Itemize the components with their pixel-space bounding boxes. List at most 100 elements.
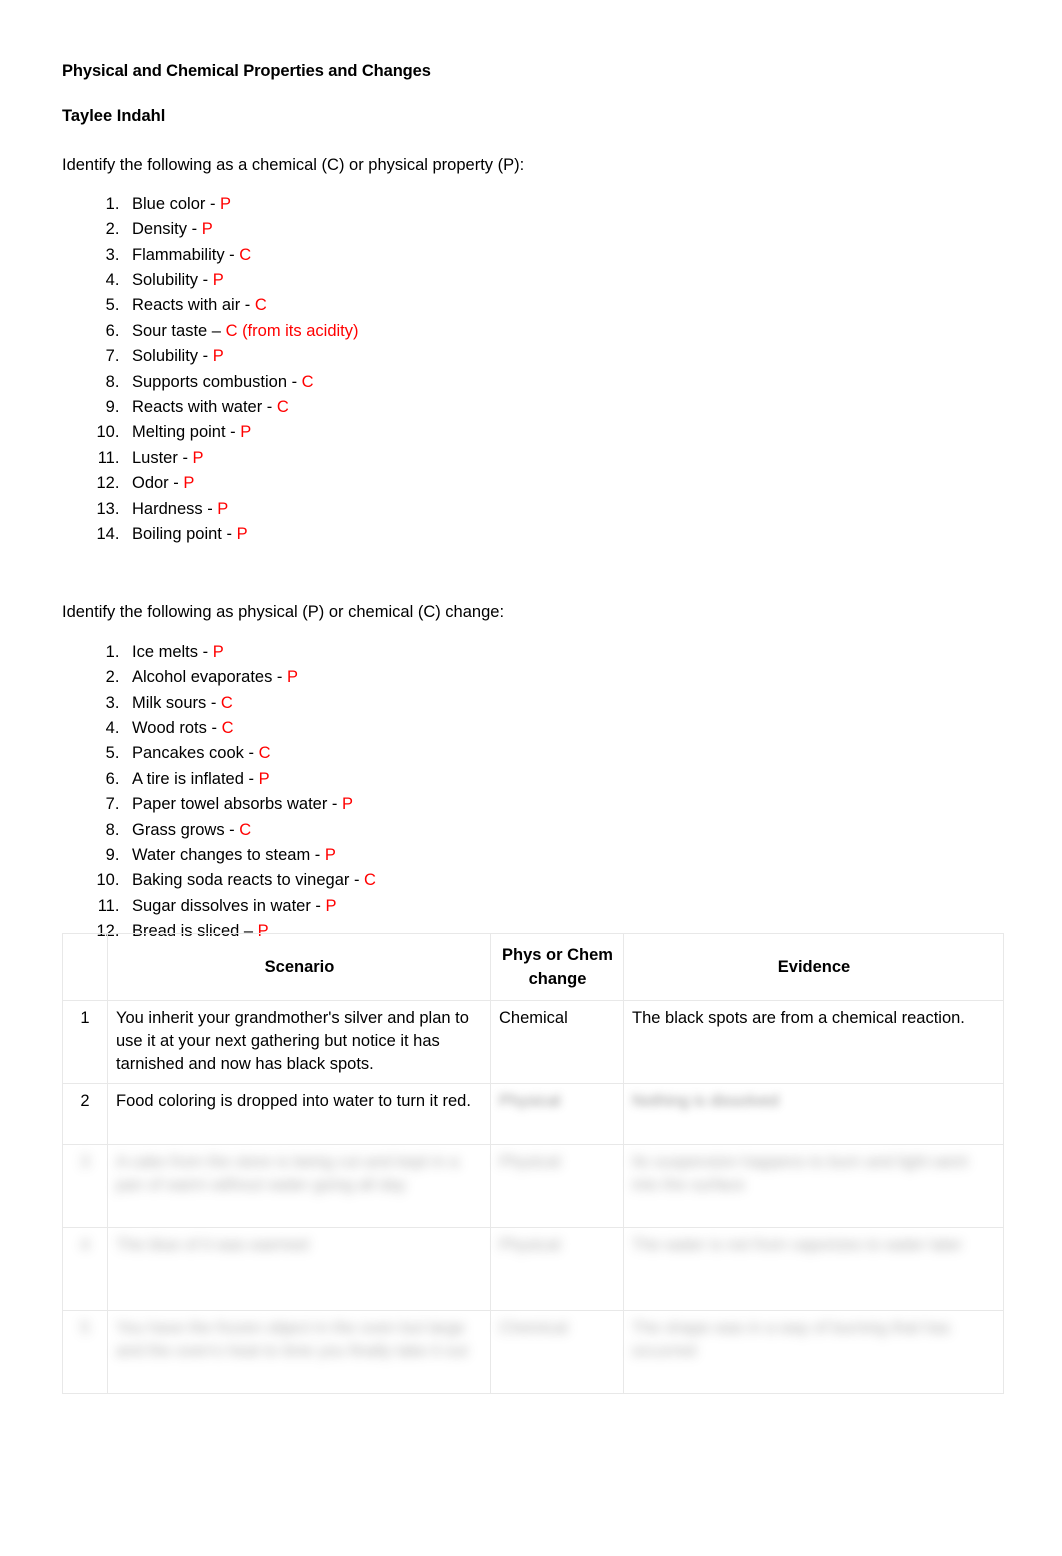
table-cell-change: Chemical xyxy=(490,1310,624,1394)
list-item: Paper towel absorbs water - P xyxy=(124,792,1004,817)
list-item-label: Grass grows - xyxy=(132,820,240,839)
list-item-answer: C xyxy=(221,718,234,737)
list-item-answer: P xyxy=(212,642,224,661)
table-cell-change: Physical xyxy=(490,1144,624,1228)
document-page: Physical and Chemical Properties and Cha… xyxy=(0,0,1062,1556)
list-item-answer: C xyxy=(239,245,252,264)
list-item-answer: C xyxy=(220,693,233,712)
list-item-answer: P xyxy=(220,194,232,213)
table-row: 3A cake from the store is being cut and … xyxy=(62,1144,1004,1228)
list-item-answer: P xyxy=(212,271,224,290)
list-item: Melting point - P xyxy=(124,420,1004,445)
list-item-label: Solubility - xyxy=(132,347,213,366)
table-cell-scenario: You inherit your grandmother's silver an… xyxy=(107,1000,491,1084)
list-item-label: Solubility - xyxy=(132,271,213,290)
column-header-number xyxy=(62,933,108,1001)
section1-list: Blue color - P Density - P Flammability - … xyxy=(62,192,1004,548)
list-item-label: Boiling point - xyxy=(132,525,237,544)
table-cell-number: 2 xyxy=(62,1083,108,1145)
list-item-label: Supports combustion - xyxy=(132,372,302,391)
table-row: 5 You have the frozen object in the oven … xyxy=(62,1310,1004,1394)
list-item-label: Odor - xyxy=(132,474,184,493)
list-item-label: Sour taste – xyxy=(132,321,226,340)
list-item: A tire is inflated - P xyxy=(124,767,1004,792)
list-item: Blue color - P xyxy=(124,192,1004,217)
list-item-label: Flammability - xyxy=(132,245,240,264)
list-item-label: Paper towel absorbs water - xyxy=(132,795,343,814)
table-cell-evidence: The black spots are from a chemical reac… xyxy=(623,1000,1004,1084)
list-item-answer: C (from its acidity) xyxy=(225,321,359,340)
list-item: Luster - P xyxy=(124,446,1004,471)
list-item: Reacts with water - C xyxy=(124,395,1004,420)
list-item: Water changes to steam - P xyxy=(124,843,1004,868)
table-header-row: Scenario Phys or Chem change Evidence xyxy=(62,933,1004,1001)
list-item: Supports combustion - C xyxy=(124,370,1004,395)
table-cell-evidence: The water is not from vaporizes to water… xyxy=(623,1227,1004,1311)
list-item: Flammability - C xyxy=(124,243,1004,268)
list-item-answer: P xyxy=(183,474,195,493)
list-item: Reacts with air - C xyxy=(124,293,1004,318)
list-item-label: Blue color - xyxy=(132,194,221,213)
list-item-answer: C xyxy=(364,871,376,890)
section1-prompt: Identify the following as a chemical (C)… xyxy=(62,155,525,174)
list-item-answer: P xyxy=(325,896,337,915)
list-item-answer: C xyxy=(239,820,252,839)
list-item: Odor - P xyxy=(124,471,1004,496)
table-cell-evidence: Nothing is dissolved xyxy=(623,1083,1004,1145)
table-cell-change: Chemical xyxy=(490,1000,624,1084)
table-cell-scenario: The blue of it was warmed xyxy=(107,1227,491,1311)
scenario-table: Scenario Phys or Chem change Evidence 1Y… xyxy=(62,933,1004,1394)
table-cell-number: 5 xyxy=(62,1310,108,1394)
list-item-answer: C xyxy=(258,744,271,763)
list-item-label: Wood rots - xyxy=(132,718,222,737)
list-item-label: Milk sours - xyxy=(132,693,221,712)
list-item-label: Alcohol evaporates - xyxy=(132,668,288,687)
table-cell-scenario: Food coloring is dropped into water to t… xyxy=(107,1083,491,1145)
list-item-label: Reacts with air - xyxy=(132,296,255,315)
document-body: Physical and Chemical Properties and Cha… xyxy=(62,60,1004,945)
page-title: Physical and Chemical Properties and Cha… xyxy=(62,62,431,80)
list-item-label: Ice melts - xyxy=(132,642,213,661)
list-item-answer: P xyxy=(324,846,336,864)
list-item-answer: C xyxy=(276,398,289,417)
list-item-label: Hardness - xyxy=(132,499,218,518)
list-item: Grass grows - C xyxy=(124,818,1004,843)
table-cell-number: 1 xyxy=(62,1000,108,1084)
list-item: Wood rots - C xyxy=(124,716,1004,741)
column-header-evidence: Evidence xyxy=(623,933,1004,1001)
list-item-label: Reacts with water - xyxy=(132,398,277,417)
table-row: 1 You inherit your grandmother's silver a… xyxy=(62,1000,1004,1084)
table-cell-number: 3 xyxy=(62,1144,108,1228)
list-item: Sour taste – C (from its acidity) xyxy=(124,319,1004,344)
list-item: Milk sours - C xyxy=(124,691,1004,716)
list-item: Boiling point - P xyxy=(124,522,1004,547)
list-item-answer: C xyxy=(301,372,314,391)
list-item-answer: P xyxy=(240,423,252,442)
table-cell-change: Physical xyxy=(490,1083,624,1145)
section2-list: Ice melts - PAlcohol evaporates - PMilk … xyxy=(62,640,1004,945)
list-item-label: Melting point - xyxy=(132,423,241,442)
list-item-answer: P xyxy=(236,525,248,544)
list-item: Alcohol evaporates - P xyxy=(124,665,1004,690)
table-row: 2 Food coloring is dropped into water to … xyxy=(62,1083,1004,1145)
table-body: 1 You inherit your grandmother's silver a… xyxy=(62,1000,1004,1394)
list-item-answer: P xyxy=(192,448,204,467)
list-item-label: Density - xyxy=(132,220,202,239)
list-item-label: Sugar dissolves in water - xyxy=(132,896,326,915)
list-item-label: A tire is inflated - xyxy=(132,769,259,788)
list-item-answer: P xyxy=(287,668,299,687)
list-item-answer: P xyxy=(342,795,354,814)
list-item-answer: C xyxy=(254,296,267,315)
table-cell-change: Physical xyxy=(490,1227,624,1311)
list-item-label: Luster - xyxy=(132,448,193,467)
list-item: Ice melts - P xyxy=(124,640,1004,665)
list-item-label: Water changes to steam - xyxy=(132,846,325,864)
table-cell-scenario: A cake from the store is being cut and k… xyxy=(107,1144,491,1228)
list-item-answer: P xyxy=(217,499,229,518)
author-name: Taylee Indahl xyxy=(62,107,166,126)
column-header-change: Phys or Chem change xyxy=(490,933,624,1001)
section2-prompt: Identify the following as physical (P) o… xyxy=(62,603,505,622)
list-item-label: Pancakes cook - xyxy=(132,744,259,763)
table-cell-number: 4 xyxy=(62,1227,108,1311)
